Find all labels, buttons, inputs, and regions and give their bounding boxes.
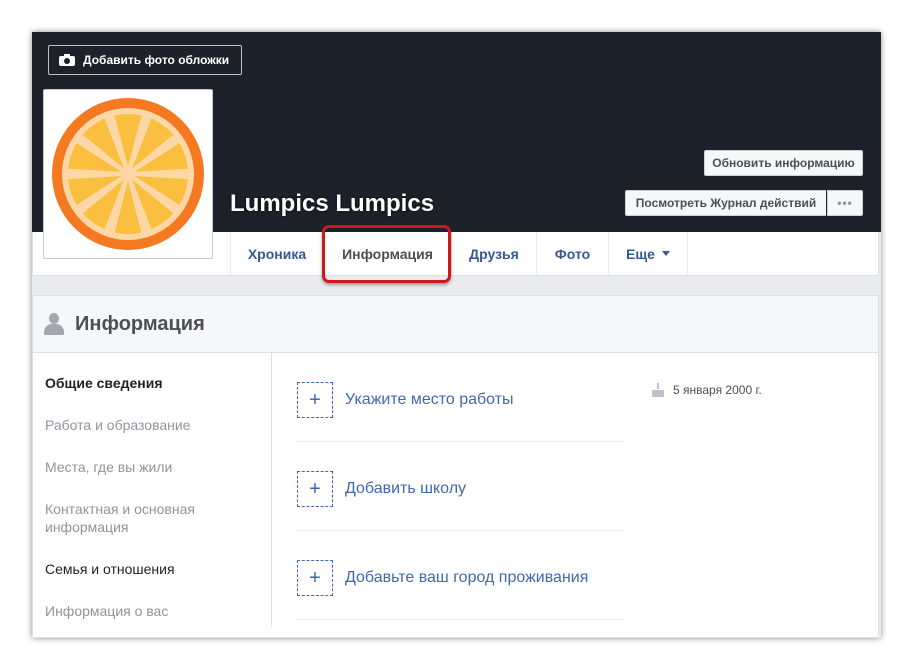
add-city-row[interactable]: + Добавьте ваш город проживания: [297, 531, 625, 620]
more-options-button[interactable]: •••: [827, 190, 863, 216]
birthday-info: 5 января 2000 г.: [652, 383, 762, 397]
sidebar-item-family[interactable]: Семья и отношения: [45, 560, 255, 578]
sidebar-item-contact-info[interactable]: Контактная и основная информация: [45, 500, 215, 536]
add-school-link[interactable]: Добавить школу: [345, 480, 466, 498]
tab-photos[interactable]: Фото: [537, 232, 609, 275]
tab-timeline-label: Хроника: [247, 245, 307, 262]
add-workplace-row[interactable]: + Укажите место работы: [297, 353, 625, 442]
plus-icon[interactable]: +: [297, 382, 333, 418]
tab-timeline[interactable]: Хроника: [230, 232, 324, 275]
tab-about[interactable]: Информация: [324, 232, 452, 275]
add-city-link[interactable]: Добавьте ваш город проживания: [345, 569, 588, 587]
plus-icon[interactable]: +: [297, 471, 333, 507]
add-workplace-link[interactable]: Укажите место работы: [345, 391, 514, 409]
about-sidebar: Общие сведения Работа и образование Мест…: [33, 353, 272, 627]
tab-photos-label: Фото: [554, 245, 591, 262]
camera-icon: [59, 54, 75, 66]
cake-icon: [652, 383, 664, 397]
tab-friends-label: Друзья: [469, 245, 519, 262]
update-info-button[interactable]: Обновить информацию: [704, 150, 863, 176]
tab-friends[interactable]: Друзья: [452, 232, 537, 275]
sidebar-item-places-lived[interactable]: Места, где вы жили: [45, 458, 255, 476]
tab-more-label: Еще: [626, 245, 655, 262]
panel-title: Информация: [75, 312, 205, 335]
about-panel: Информация Общие сведения Работа и образ…: [32, 295, 879, 638]
profile-name[interactable]: Lumpics Lumpics: [230, 190, 434, 218]
add-cover-photo-button[interactable]: Добавить фото обложки: [48, 45, 243, 75]
tab-more[interactable]: Еще: [609, 232, 688, 275]
chevron-down-icon: [661, 251, 670, 256]
sidebar-item-work-education[interactable]: Работа и образование: [45, 416, 255, 434]
tab-about-label: Информация: [342, 245, 433, 262]
orange-slice-avatar-image: [52, 98, 204, 250]
add-cover-photo-label: Добавить фото обложки: [83, 53, 230, 67]
avatar[interactable]: [43, 89, 213, 259]
activity-log-button[interactable]: Посмотреть Журнал действий: [625, 190, 826, 216]
add-school-row[interactable]: + Добавить школу: [297, 442, 625, 531]
sidebar-item-details[interactable]: Информация о вас: [45, 602, 255, 620]
about-panel-header: Информация: [33, 296, 878, 353]
sidebar-item-overview[interactable]: Общие сведения: [45, 374, 255, 392]
person-icon: [43, 313, 65, 335]
birthday-date: 5 января 2000 г.: [673, 383, 762, 397]
plus-icon[interactable]: +: [297, 560, 333, 596]
facebook-profile-window: Добавить фото обложки Обновить информаци…: [32, 32, 881, 638]
